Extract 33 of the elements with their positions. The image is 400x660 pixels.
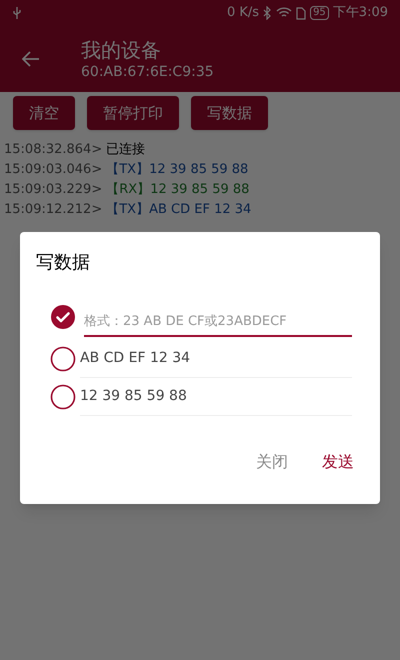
radio-icon[interactable] bbox=[50, 384, 76, 410]
clock: 下午3:09 bbox=[332, 4, 388, 22]
log-timestamp: 15:08:32.864> bbox=[4, 141, 102, 159]
history-entry[interactable]: 12 39 85 59 88 bbox=[80, 378, 352, 416]
log-message: 12 39 85 59 88 bbox=[149, 161, 248, 179]
network-speed: 0 K/s bbox=[226, 4, 260, 22]
wifi-icon bbox=[276, 7, 292, 19]
back-arrow-icon[interactable] bbox=[22, 51, 40, 67]
radio-icon[interactable] bbox=[50, 346, 76, 372]
log-message: 已连接 bbox=[106, 141, 146, 159]
dialog-button[interactable]: 关闭 bbox=[246, 446, 298, 478]
action-button[interactable]: 暂停打印 bbox=[87, 96, 179, 130]
log-timestamp: 15:09:03.046> bbox=[4, 161, 102, 179]
checked-radio-icon[interactable] bbox=[50, 304, 76, 330]
action-button[interactable]: 清空 bbox=[13, 96, 75, 130]
dialog-button[interactable]: 发送 bbox=[312, 446, 364, 478]
log-timestamp: 15:09:03.229> bbox=[4, 181, 102, 199]
bluetooth-icon bbox=[263, 6, 272, 20]
log-message: AB CD EF 12 34 bbox=[149, 201, 252, 219]
dialog-title: 写数据 bbox=[36, 251, 91, 275]
log-timestamp: 15:09:12.212> bbox=[4, 201, 102, 219]
log-message: 12 39 85 59 88 bbox=[150, 181, 250, 199]
history-entry[interactable]: AB CD EF 12 34 bbox=[80, 340, 352, 378]
battery-level: 95 bbox=[310, 6, 329, 20]
log-direction: 【TX】 bbox=[106, 201, 150, 219]
log-direction: 【TX】 bbox=[106, 161, 150, 179]
log-direction: 【RX】 bbox=[106, 181, 150, 199]
screen-title: 我的设备 bbox=[81, 37, 162, 63]
usb-icon bbox=[12, 6, 22, 20]
data-input-field[interactable]: 格式：23 AB DE CF或23ABDECF bbox=[84, 307, 352, 337]
action-button[interactable]: 写数据 bbox=[191, 96, 268, 130]
sim-icon bbox=[296, 6, 306, 20]
device-address: 60:AB:67:6E:C9:35 bbox=[81, 63, 214, 81]
